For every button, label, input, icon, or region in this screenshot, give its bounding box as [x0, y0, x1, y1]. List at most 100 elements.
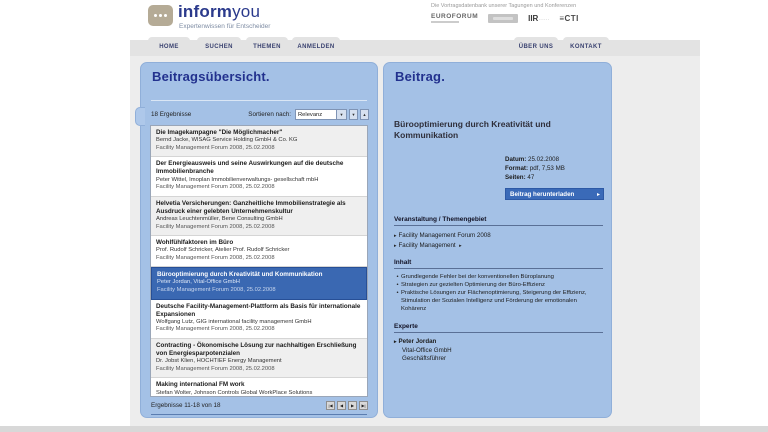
- item-title: Making international FM work: [156, 381, 362, 389]
- meta-seiten: Seiten: 47: [505, 174, 565, 183]
- list-item[interactable]: Helvetia Versicherungen: Ganzheitliche I…: [151, 197, 367, 236]
- download-button-label: Beitrag herunterladen: [506, 191, 597, 198]
- list-item[interactable]: Making international FM work Stefan Wolt…: [151, 378, 367, 397]
- pagination-next-button[interactable]: ▶: [348, 401, 357, 410]
- panel-collapse-handle[interactable]: [135, 107, 145, 126]
- section-heading: Experte: [394, 323, 603, 333]
- item-event: Facility Management Forum 2008, 25.02.20…: [156, 255, 362, 263]
- section-veranstaltung: Veranstaltung / Themengebiet ▸Facility M…: [394, 216, 603, 250]
- list-item[interactable]: Der Energieausweis und seine Auswirkunge…: [151, 157, 367, 196]
- item-author: Peter Jordan, Vital-Office GmbH: [157, 279, 361, 287]
- iir-logo[interactable]: IIR······: [528, 14, 549, 23]
- meta-format: Format: pdf, 7,53 MB: [505, 165, 565, 174]
- expert-company: Vital-Office GmbH: [394, 347, 603, 356]
- brand-bold: inform: [178, 2, 232, 21]
- pagination-prev-button[interactable]: ◀: [337, 401, 346, 410]
- list-item-selected[interactable]: Bürooptimierung durch Kreativität und Ko…: [151, 267, 367, 299]
- footer-line: [151, 414, 367, 415]
- list-item[interactable]: Die Imagekampagne "Die Möglichmacher" Be…: [151, 126, 367, 157]
- detail-panel-title: Beitrag.: [395, 69, 445, 84]
- download-button[interactable]: Beitrag herunterladen ▸: [505, 188, 604, 200]
- item-title: Die Imagekampagne "Die Möglichmacher": [156, 129, 362, 137]
- item-title: Wohlfühlfaktoren im Büro: [156, 239, 362, 247]
- pagination-last-button[interactable]: ▶|: [359, 401, 368, 410]
- nav-tab-suchen[interactable]: SUCHEN: [197, 37, 241, 56]
- item-author: Wolfgang Lutz, GIG international facilit…: [156, 319, 362, 327]
- inhalt-bullet: •Strategien zur gezielten Optimierung de…: [394, 282, 603, 290]
- brand-tagline: Expertenwissen für Entscheider: [179, 23, 270, 30]
- item-event: Facility Management Forum 2008, 25.02.20…: [156, 366, 362, 374]
- section-experte: Experte ▸Peter Jordan Vital-Office GmbH …: [394, 323, 603, 364]
- meta-datum: Datum: 25.02.2008: [505, 156, 565, 165]
- results-count: 18 Ergebnisse: [151, 111, 191, 118]
- nav-tab-kontakt[interactable]: KONTAKT: [563, 37, 609, 56]
- list-item[interactable]: Contracting - Ökonomische Lösung zur nac…: [151, 339, 367, 378]
- article-title: Bürooptimierung durch Kreativität und Ko…: [394, 119, 579, 141]
- page: informyou Expertenwissen für Entscheider…: [0, 0, 768, 432]
- arrow-icon: ▸: [394, 339, 397, 345]
- topic-link[interactable]: ▸Facility Management ▸: [394, 241, 603, 251]
- bullet-icon: •: [394, 274, 401, 282]
- item-author: Dr. Jobst Klien, HOCHTIEF Energy Managem…: [156, 358, 362, 366]
- pagination: |◀ ◀ ▶ ▶|: [326, 401, 368, 410]
- item-title: Helvetia Versicherungen: Ganzheitliche I…: [156, 200, 362, 216]
- sort-select-dropdown-icon[interactable]: ▼: [336, 110, 346, 119]
- sort-ascending-button[interactable]: ▲: [360, 109, 369, 120]
- item-event: Facility Management Forum 2008, 25.02.20…: [156, 145, 362, 153]
- bottom-strip: [0, 426, 768, 432]
- sort-label: Sortieren nach:: [248, 111, 291, 118]
- brand-title[interactable]: informyou: [178, 2, 260, 22]
- event-link[interactable]: ▸Facility Management Forum 2008: [394, 231, 603, 241]
- arrow-icon: ▸: [394, 233, 397, 239]
- nav-tab-anmelden[interactable]: ANMELDEN: [292, 37, 340, 56]
- cti-logo[interactable]: ≡CTI: [559, 14, 579, 23]
- download-arrow-icon: ▸: [597, 191, 603, 198]
- nav-tab-ueber-uns[interactable]: ÜBER UNS: [514, 37, 558, 56]
- expert-role: Geschäftsführer: [394, 355, 603, 364]
- item-author: Stefan Wolter, Johnson Controls Global W…: [156, 390, 362, 398]
- section-heading: Veranstaltung / Themengebiet: [394, 216, 603, 226]
- item-title: Bürooptimierung durch Kreativität und Ko…: [157, 271, 361, 279]
- item-author: Andreas Leuchtenmüller, Bene Consulting …: [156, 216, 362, 224]
- item-author: Peter Wittel, Imoplan Immobilienverwaltu…: [156, 177, 362, 185]
- detail-panel: Beitrag. Bürooptimierung durch Kreativit…: [383, 62, 612, 418]
- nav-tab-home[interactable]: HOME: [148, 37, 190, 56]
- sort-descending-button[interactable]: ▼: [349, 109, 358, 120]
- sort-select-value: Relevanz: [296, 112, 336, 118]
- list-item[interactable]: Wohlfühlfaktoren im Büro Prof. Rudolf Sc…: [151, 236, 367, 267]
- results-panel-title: Beitragsübersicht.: [152, 69, 270, 84]
- item-author: Prof. Rudolf Schricker, Atelier Prof. Ru…: [156, 247, 362, 255]
- iir-sub-text: ······: [538, 17, 549, 23]
- item-author: Bernd Jacke, WISAG Service Holding GmbH …: [156, 137, 362, 145]
- bullet-icon: •: [394, 282, 401, 290]
- pagination-first-button[interactable]: |◀: [326, 401, 335, 410]
- inhalt-bullet: •Praktische Lösungen zur Flächenoptimier…: [394, 290, 603, 314]
- results-list: Die Imagekampagne "Die Möglichmacher" Be…: [150, 125, 368, 397]
- item-event: Facility Management Forum 2008, 25.02.20…: [156, 224, 362, 232]
- arrow-icon: ▸: [394, 243, 397, 249]
- informyou-logo-icon[interactable]: [148, 5, 173, 26]
- results-panel: Beitragsübersicht. 18 Ergebnisse Sortier…: [140, 62, 378, 418]
- expert-link[interactable]: ▸Peter Jordan: [394, 338, 603, 347]
- list-item[interactable]: Deutsche Facility-Management-Plattform a…: [151, 300, 367, 339]
- item-title: Contracting - Ökonomische Lösung zur nac…: [156, 342, 362, 358]
- partner-logos: EUROFORUM IIR······ ≡CTI: [431, 13, 579, 23]
- euroforum-logo[interactable]: EUROFORUM: [431, 13, 478, 23]
- arrow-icon: ▸: [459, 243, 462, 249]
- bullet-icon: •: [394, 290, 401, 314]
- article-meta: Datum: 25.02.2008 Format: pdf, 7,53 MB S…: [505, 156, 565, 183]
- sort-select[interactable]: Relevanz ▼: [295, 109, 347, 120]
- nav-tab-themen[interactable]: THEMEN: [246, 37, 288, 56]
- brand-light: you: [232, 2, 260, 21]
- divider: [151, 100, 367, 101]
- item-event: Facility Management Forum 2008, 25.02.20…: [156, 326, 362, 334]
- partner-box-text: [493, 17, 513, 20]
- pagination-summary: Ergebnisse 11-18 von 18: [151, 402, 221, 409]
- section-heading: Inhalt: [394, 259, 603, 269]
- section-inhalt: Inhalt •Grundlegende Fehler bei der konv…: [394, 259, 603, 314]
- partner-logo-box[interactable]: [488, 14, 518, 23]
- inhalt-bullet: •Grundlegende Fehler bei der konventione…: [394, 274, 603, 282]
- item-event: Facility Management Forum 2008, 25.02.20…: [157, 287, 361, 295]
- item-title: Der Energieausweis und seine Auswirkunge…: [156, 160, 362, 176]
- partners-caption: Die Vortragsdatenbank unserer Tagungen u…: [431, 3, 576, 9]
